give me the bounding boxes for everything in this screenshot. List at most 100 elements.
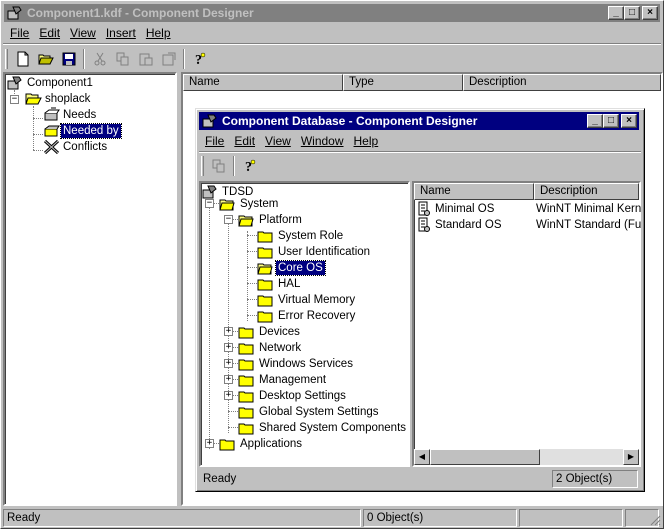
collapse-toggle[interactable]: − [205, 199, 214, 208]
scroll-thumb[interactable] [430, 449, 540, 465]
expand-toggle[interactable]: + [224, 359, 233, 368]
menu-view[interactable]: View [65, 26, 101, 40]
properties-icon [162, 52, 175, 66]
component-icon [418, 217, 430, 232]
column-header-description[interactable]: Description [463, 74, 661, 91]
folder-icon [238, 391, 254, 402]
main-toolbar: ? [3, 46, 211, 72]
child-status-bar: Ready 2 Object(s) [199, 470, 638, 488]
tree-item-platform[interactable]: Platform [238, 212, 304, 228]
tree-item-system[interactable]: System [219, 196, 280, 212]
tree-item-conflicts[interactable]: Conflicts [43, 139, 109, 155]
app-icon [202, 114, 217, 128]
database-list-pane[interactable]: Name Description Minimal OS WinNT Minima… [412, 181, 641, 467]
tree-item-applications[interactable]: Applications [219, 436, 304, 452]
tree-item-network[interactable]: Network [238, 340, 303, 356]
component-icon [418, 201, 430, 216]
tree-item-global-system-settings[interactable]: Global System Settings [238, 404, 381, 420]
tree-item-needs[interactable]: Needs [43, 107, 98, 123]
column-header-name[interactable]: Name [414, 183, 534, 200]
main-title: Component1.kdf - Component Designer [27, 6, 254, 20]
column-header-description[interactable]: Description [534, 183, 639, 200]
collapse-toggle[interactable]: − [10, 95, 19, 104]
tree-item-user-identification[interactable]: User Identification [257, 244, 372, 260]
database-tree-pane[interactable]: TDSD − System − Platform System Role Use… [199, 181, 410, 467]
child-menu-view[interactable]: View [260, 134, 296, 148]
tree-item-desktop-settings[interactable]: Desktop Settings [238, 388, 348, 404]
main-title-bar[interactable]: Component1.kdf - Component Designer _ □ … [4, 4, 660, 22]
menu-insert[interactable]: Insert [101, 26, 141, 40]
resize-grip-icon[interactable] [649, 514, 661, 526]
menu-edit[interactable]: Edit [34, 26, 65, 40]
horizontal-scrollbar[interactable]: ◀ ▶ [414, 449, 639, 465]
status-text: Ready [3, 509, 361, 527]
open-folder-icon [25, 93, 42, 105]
folder-icon [219, 439, 235, 450]
tree-item-error-recovery[interactable]: Error Recovery [257, 308, 357, 324]
expand-toggle[interactable]: + [224, 343, 233, 352]
new-button[interactable] [11, 48, 34, 70]
child-title-bar[interactable]: Component Database - Component Designer … [199, 112, 639, 130]
collapse-toggle[interactable]: − [224, 215, 233, 224]
properties-button[interactable] [157, 48, 180, 70]
folder-icon [257, 311, 273, 322]
expand-toggle[interactable]: + [224, 391, 233, 400]
expand-toggle[interactable]: + [205, 439, 214, 448]
child-title: Component Database - Component Designer [222, 114, 478, 128]
folder-icon [238, 327, 254, 338]
component-designer-window: Component1.kdf - Component Designer _ □ … [0, 0, 664, 529]
cut-button[interactable] [88, 48, 111, 70]
column-header-name[interactable]: Name [183, 74, 343, 91]
tree-item-system-role[interactable]: System Role [257, 228, 345, 244]
conflicts-icon [43, 139, 60, 155]
close-button[interactable]: × [642, 6, 658, 20]
copy-button[interactable] [111, 48, 134, 70]
save-button[interactable] [57, 48, 80, 70]
open-button[interactable] [34, 48, 57, 70]
component-database-window: Component Database - Component Designer … [195, 108, 645, 492]
tree-item-shared-system-components[interactable]: Shared System Components [238, 420, 408, 436]
tree-item-needed-by[interactable]: Needed by [43, 123, 122, 139]
child-close-button[interactable]: × [621, 114, 637, 128]
child-menu-help[interactable]: Help [349, 134, 384, 148]
copy-icon [116, 52, 128, 66]
help-button[interactable]: ? [188, 48, 211, 70]
main-tree-pane[interactable]: Component1 − shoplack Needs Needed by Co… [3, 72, 177, 506]
scroll-right-button[interactable]: ▶ [623, 449, 639, 465]
child-status-object-count: 2 Object(s) [552, 470, 638, 488]
status-object-count: 0 Object(s) [363, 509, 517, 527]
tree-item-core-os[interactable]: Core OS [257, 260, 326, 276]
tree-item-windows-services[interactable]: Windows Services [238, 356, 355, 372]
status-pane-3 [519, 509, 623, 527]
list-item[interactable]: Standard OS WinNT Standard (Fu [416, 217, 641, 233]
maximize-button[interactable]: □ [624, 6, 640, 20]
tree-item-component1[interactable]: Component1 [7, 75, 95, 91]
child-menu-file[interactable]: File [200, 134, 229, 148]
minimize-button[interactable]: _ [608, 6, 624, 20]
expand-toggle[interactable]: + [224, 327, 233, 336]
tree-item-devices[interactable]: Devices [238, 324, 302, 340]
tree-item-virtual-memory[interactable]: Virtual Memory [257, 292, 357, 308]
component-icon [7, 76, 22, 90]
folder-icon [238, 407, 254, 418]
scroll-left-button[interactable]: ◀ [414, 449, 430, 465]
column-header-type[interactable]: Type [343, 74, 463, 91]
menu-help[interactable]: Help [141, 26, 176, 40]
expand-toggle[interactable]: + [224, 375, 233, 384]
child-help-button[interactable]: ? [238, 155, 261, 177]
paste-button[interactable] [134, 48, 157, 70]
save-disk-icon [62, 52, 75, 66]
folder-icon [238, 423, 254, 434]
list-item[interactable]: Minimal OS WinNT Minimal Kerne [416, 201, 641, 217]
tree-item-shoplack[interactable]: shoplack [25, 91, 92, 107]
child-menu-window[interactable]: Window [296, 134, 349, 148]
menu-file[interactable]: File [5, 26, 34, 40]
child-menu-bar: File Edit View Window Help [200, 132, 383, 150]
tree-item-management[interactable]: Management [238, 372, 328, 388]
child-copy-button[interactable] [207, 155, 230, 177]
child-maximize-button[interactable]: □ [603, 114, 619, 128]
child-minimize-button[interactable]: _ [587, 114, 603, 128]
open-folder-icon [238, 215, 254, 226]
child-menu-edit[interactable]: Edit [229, 134, 260, 148]
tree-item-hal[interactable]: HAL [257, 276, 302, 292]
